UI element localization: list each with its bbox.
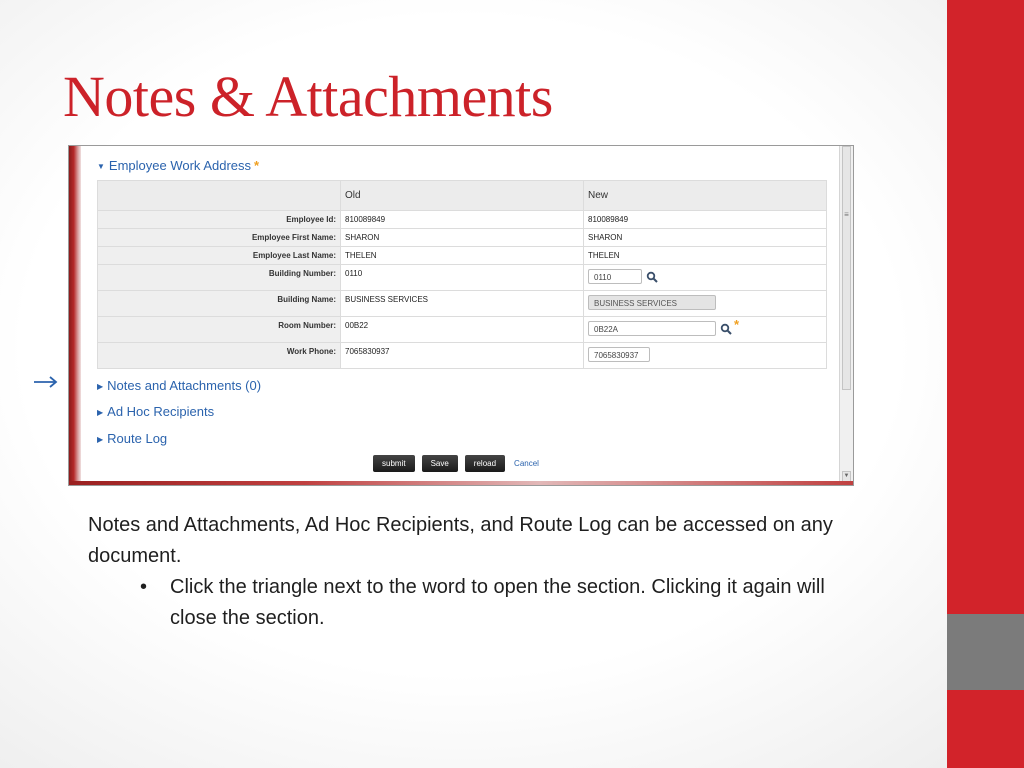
scroll-grip-icon: ≡ <box>844 210 849 219</box>
header-blank <box>97 180 341 211</box>
table-header-row: Old New <box>97 180 827 211</box>
section-label: Route Log <box>107 431 168 446</box>
row-label: Work Phone: <box>97 342 341 369</box>
section-label: Notes and Attachments (0) <box>107 378 262 393</box>
row-label: Employee Id: <box>97 210 341 229</box>
building-name-field: BUSINESS SERVICES <box>588 295 716 310</box>
new-value-cell: BUSINESS SERVICES <box>583 290 827 317</box>
slide-title: Notes & Attachments <box>63 64 553 129</box>
table-row: Building Name: BUSINESS SERVICES BUSINES… <box>97 290 827 317</box>
table-row: Employee Last Name: THELEN THELEN <box>97 246 827 265</box>
submit-button[interactable]: submit <box>373 455 415 472</box>
bullet-item: • Click the triangle next to the word to… <box>88 572 848 634</box>
new-value-cell: 7065830937 <box>583 342 827 369</box>
old-value: 0110 <box>340 264 584 291</box>
new-value-cell: 0110 <box>583 264 827 291</box>
search-icon[interactable] <box>646 271 658 283</box>
row-label: Building Name: <box>97 290 341 317</box>
new-value: 810089849 <box>583 210 827 229</box>
save-button[interactable]: Save <box>421 455 458 472</box>
header-old: Old <box>340 180 584 211</box>
triangle-right-icon[interactable]: ▶ <box>97 408 103 417</box>
section-title: Employee Work Address <box>108 158 252 173</box>
search-icon[interactable] <box>720 323 732 335</box>
scrollbar[interactable]: ≡ ▼ <box>839 146 853 485</box>
row-label: Room Number: <box>97 316 341 343</box>
table-row: Building Number: 0110 0110 <box>97 264 827 291</box>
comparison-table: Old New Employee Id: 810089849 810089849… <box>97 180 827 369</box>
required-star-icon: * <box>254 158 260 173</box>
body-paragraph: Notes and Attachments, Ad Hoc Recipients… <box>88 514 833 567</box>
table-row: Work Phone: 7065830937 7065830937 <box>97 342 827 369</box>
side-accent-red-top <box>947 0 1024 614</box>
window-left-edge <box>69 146 81 485</box>
scroll-thumb[interactable]: ≡ <box>842 146 851 390</box>
bullet-marker: • <box>140 576 148 598</box>
room-number-input[interactable]: 0B22A <box>588 321 716 336</box>
required-star-icon: * <box>734 317 740 332</box>
triangle-down-icon[interactable]: ▼ <box>97 162 105 171</box>
new-value: THELEN <box>583 246 827 265</box>
section-employee-work-address[interactable]: ▼ Employee Work Address * <box>97 158 259 173</box>
window-bottom-edge <box>69 481 853 485</box>
cancel-link[interactable]: Cancel <box>514 459 539 468</box>
table-row: Employee First Name: SHARON SHARON <box>97 228 827 247</box>
table-row: Employee Id: 810089849 810089849 <box>97 210 827 229</box>
new-value-cell: 0B22A * <box>583 316 827 343</box>
table-row: Room Number: 00B22 0B22A * <box>97 316 827 343</box>
section-label: Ad Hoc Recipients <box>107 404 215 419</box>
old-value: 7065830937 <box>340 342 584 369</box>
triangle-right-icon[interactable]: ▶ <box>97 435 103 444</box>
section-ad-hoc-recipients[interactable]: ▶ Ad Hoc Recipients <box>97 404 214 419</box>
slide-body: Notes and Attachments, Ad Hoc Recipients… <box>88 510 848 634</box>
new-value: SHARON <box>583 228 827 247</box>
old-value: 810089849 <box>340 210 584 229</box>
work-phone-input[interactable]: 7065830937 <box>588 347 650 362</box>
header-new: New <box>583 180 827 211</box>
arrow-right-icon <box>34 376 58 388</box>
old-value: SHARON <box>340 228 584 247</box>
bullet-text: Click the triangle next to the word to o… <box>170 576 825 629</box>
document-screenshot: ▼ Employee Work Address * Old New Employee… <box>68 145 854 486</box>
section-route-log[interactable]: ▶ Route Log <box>97 431 167 446</box>
row-label: Employee First Name: <box>97 228 341 247</box>
building-number-input[interactable]: 0110 <box>588 269 642 284</box>
action-buttons: submit Save reload Cancel <box>373 453 539 472</box>
old-value: BUSINESS SERVICES <box>340 290 584 317</box>
triangle-right-icon[interactable]: ▶ <box>97 382 103 391</box>
old-value: 00B22 <box>340 316 584 343</box>
reload-button[interactable]: reload <box>464 455 506 472</box>
side-accent-gray <box>947 614 1024 690</box>
row-label: Employee Last Name: <box>97 246 341 265</box>
section-notes-and-attachments[interactable]: ▶ Notes and Attachments (0) <box>97 378 261 393</box>
old-value: THELEN <box>340 246 584 265</box>
side-accent-red-bottom <box>947 690 1024 768</box>
row-label: Building Number: <box>97 264 341 291</box>
